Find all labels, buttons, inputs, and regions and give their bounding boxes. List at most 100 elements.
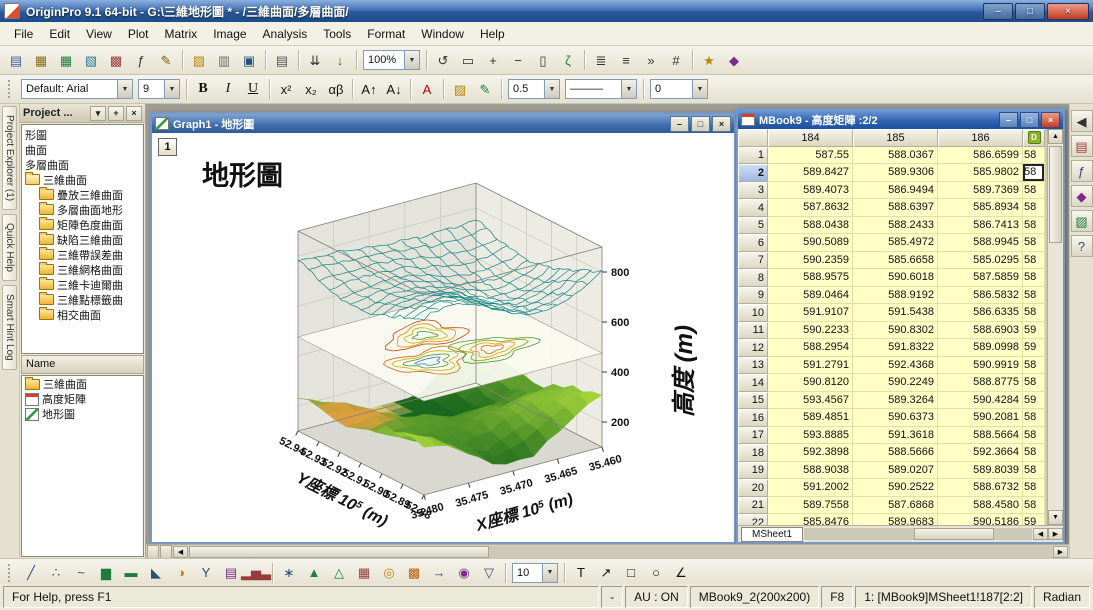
graph-gallery-button[interactable]: ▤ [1071,135,1093,157]
matrix-row-header[interactable]: 20 [738,479,768,497]
matrix-cell[interactable]: 590.2233 [768,322,853,340]
matrix-cell[interactable]: 592.3664 [938,444,1023,462]
graph-window-titlebar[interactable]: Graph1 - 地形圖 –□× [152,114,734,133]
matrix-cell[interactable]: 588.6732 [938,479,1023,497]
matrix-cell[interactable]: 588.9192 [853,287,938,305]
plot-line-symbol-button[interactable]: ~ [69,561,93,585]
matrix-cell[interactable]: 589.0464 [768,287,853,305]
line-width-combo[interactable]: 0.5▼ [508,79,560,99]
matrix-row-header[interactable]: 22 [738,514,768,525]
matrix-cell-partial[interactable]: 58 [1023,199,1045,217]
project-explorer-button[interactable]: ≣ [589,48,613,72]
subscript-button[interactable]: x₂ [299,77,323,101]
chevron-down-icon[interactable]: ▼ [117,80,132,98]
matrix-cell[interactable]: 588.0438 [768,217,853,235]
matrix-row-header[interactable]: 19 [738,462,768,480]
matrix-cell[interactable]: 588.4580 [938,497,1023,515]
open-template-button[interactable]: ▥ [212,48,236,72]
plot-3d-scatter-button[interactable]: ∗ [277,561,301,585]
matrix-cell[interactable]: 591.2002 [768,479,853,497]
matrix-row-header[interactable]: 16 [738,409,768,427]
tree-item[interactable]: 三維網格曲面 [22,262,143,277]
new-notes-button[interactable]: ✎ [154,48,178,72]
rescale-button[interactable]: ↺ [431,48,455,72]
matrix-cell-partial[interactable]: 58 [1023,164,1045,182]
matrix-hscroll-thumb[interactable] [914,528,994,540]
matrix-cell[interactable]: 589.0998 [938,339,1023,357]
matrix-cell-partial[interactable]: 58 [1023,287,1045,305]
matrix-cell-partial[interactable]: 58 [1023,462,1045,480]
angle-combo[interactable]: 0▼ [650,79,708,99]
menu-view[interactable]: View [78,24,120,44]
zoom-in-button[interactable]: + [481,48,505,72]
open-button[interactable]: ▨ [187,48,211,72]
chevron-down-icon[interactable]: ▼ [542,564,557,582]
plot-line-button[interactable]: ╱ [19,561,43,585]
matrix-row-header[interactable]: 7 [738,252,768,270]
matrix-cell-partial[interactable]: 58 [1023,217,1045,235]
draw-rect-button[interactable]: □ [619,561,643,585]
menu-help[interactable]: Help [472,24,513,44]
matrix-row-header[interactable]: 12 [738,339,768,357]
plot-box-button[interactable]: ▤ [219,561,243,585]
matrix-cell[interactable]: 589.8039 [938,462,1023,480]
tree-item[interactable]: 多層曲面地形 [22,202,143,217]
scroll-down-arrow-icon[interactable]: ▼ [1048,510,1063,525]
mdi-horizontal-scrollbar[interactable]: ◀▶ [146,544,1069,558]
menu-file[interactable]: File [6,24,41,44]
menu-analysis[interactable]: Analysis [255,24,316,44]
left-tab-project-explorer-1-[interactable]: Project Explorer (1) [2,106,17,210]
close-button[interactable]: × [1047,3,1089,20]
matrix-cell[interactable]: 588.6397 [853,199,938,217]
graph-restore-button[interactable]: □ [691,116,710,132]
custom-routine-button[interactable]: ζ [556,48,580,72]
fill-color-button[interactable]: ▨ [448,77,472,101]
tree-item[interactable]: 三維帶誤差曲 [22,247,143,262]
matrix-row-header[interactable]: 4 [738,199,768,217]
left-tab-smart-hint-log[interactable]: Smart Hint Log [2,285,17,370]
matrix-cell[interactable]: 588.5666 [853,444,938,462]
matrix-cell[interactable]: 589.4073 [768,182,853,200]
matrix-cell[interactable]: 590.6018 [853,269,938,287]
panel-pin-button[interactable]: + [108,106,124,121]
name-column-header[interactable]: Name [21,355,144,374]
graph-close-button[interactable]: × [712,116,731,132]
matrix-table[interactable]: 184185186D1587.55588.0367586.6599582589.… [738,129,1045,525]
plot-heatmap-button[interactable]: ▩ [402,561,426,585]
matrix-cell[interactable]: 588.2433 [853,217,938,235]
vscroll-thumb[interactable] [1049,146,1062,243]
new-function-button[interactable]: ƒ [129,48,153,72]
matrix-row-header[interactable]: 6 [738,234,768,252]
matrix-cell[interactable]: 589.9306 [853,164,938,182]
plot-column-button[interactable]: ▆ [94,561,118,585]
matrix-column-header[interactable]: 184 [768,129,853,147]
matrix-cell[interactable]: 592.4368 [853,357,938,375]
matrix-cell[interactable]: 585.0295 [938,252,1023,270]
matrix-cell[interactable]: 586.6599 [938,147,1023,165]
matrix-cell[interactable]: 589.4851 [768,409,853,427]
menu-image[interactable]: Image [205,24,254,44]
matrix-horizontal-scrollbar[interactable] [804,528,1032,540]
hscroll-track[interactable] [189,546,1052,558]
matrix-cell[interactable]: 589.0207 [853,462,938,480]
matrix-cell-partial[interactable]: 58 [1023,497,1045,515]
matrix-row-header[interactable]: 21 [738,497,768,515]
matrix-cell[interactable]: 587.5859 [938,269,1023,287]
matrix-cell[interactable]: 590.5186 [938,514,1023,525]
matrix-cell[interactable]: 592.3898 [768,444,853,462]
matrix-close-button[interactable]: × [1041,112,1060,128]
matrix-cell[interactable]: 591.2791 [768,357,853,375]
plot-area-button[interactable]: ◣ [144,561,168,585]
matrix-cell[interactable]: 589.8427 [768,164,853,182]
line-style-combo[interactable]: ———▼ [565,79,637,99]
matrix-cell[interactable]: 588.8775 [938,374,1023,392]
help-button[interactable]: ? [1071,235,1093,257]
matrix-cell[interactable]: 590.9919 [938,357,1023,375]
matrix-cell-partial[interactable]: 59 [1023,322,1045,340]
fitting-gadget-button[interactable]: ƒ [1071,160,1093,182]
list-item[interactable]: 三維曲面 [22,377,143,392]
tree-item[interactable]: 形圖 [22,127,143,142]
plot-bar-button[interactable]: ▬ [119,561,143,585]
theme-organizer-button[interactable]: ★ [697,48,721,72]
matrix-column-header[interactable]: 185 [853,129,938,147]
